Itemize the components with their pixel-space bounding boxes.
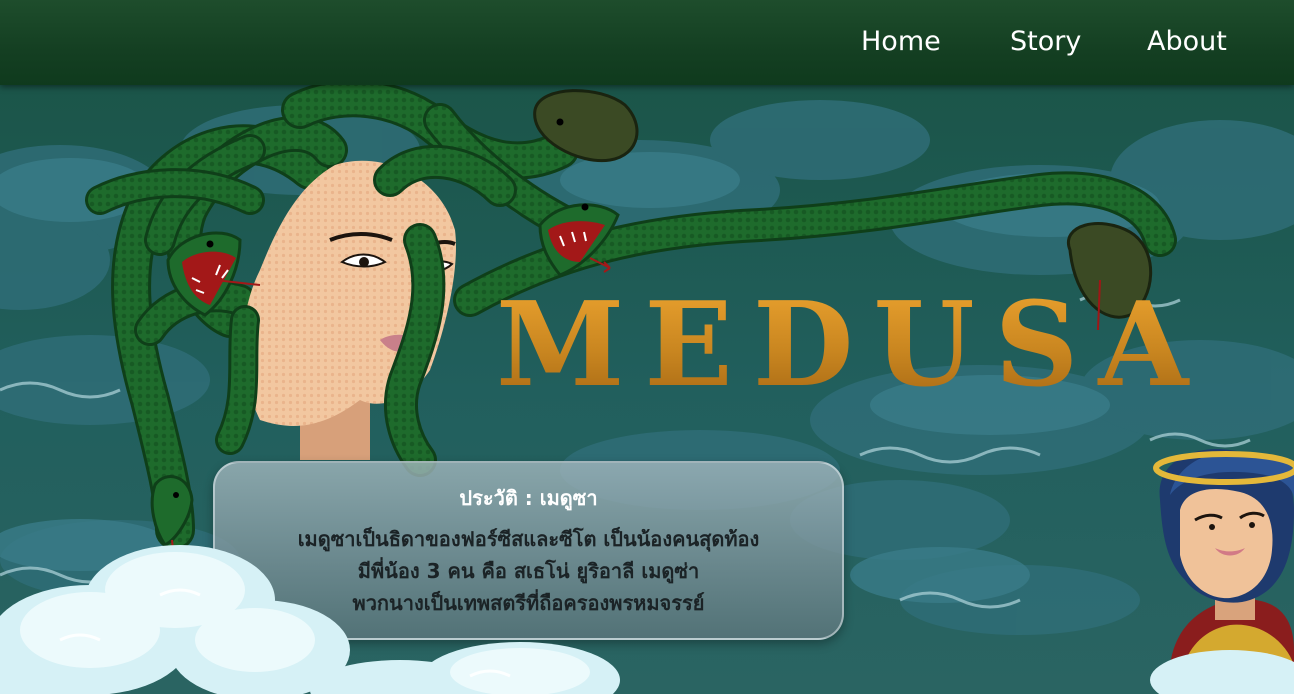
nav-home-link[interactable]: Home (861, 26, 941, 57)
nav-story-link[interactable]: Story (1010, 26, 1081, 57)
top-navbar: Home Story About (0, 0, 1294, 85)
nav-about-link[interactable]: About (1147, 26, 1227, 57)
foreground-layer (0, 449, 1294, 694)
white-clouds (0, 545, 1294, 694)
